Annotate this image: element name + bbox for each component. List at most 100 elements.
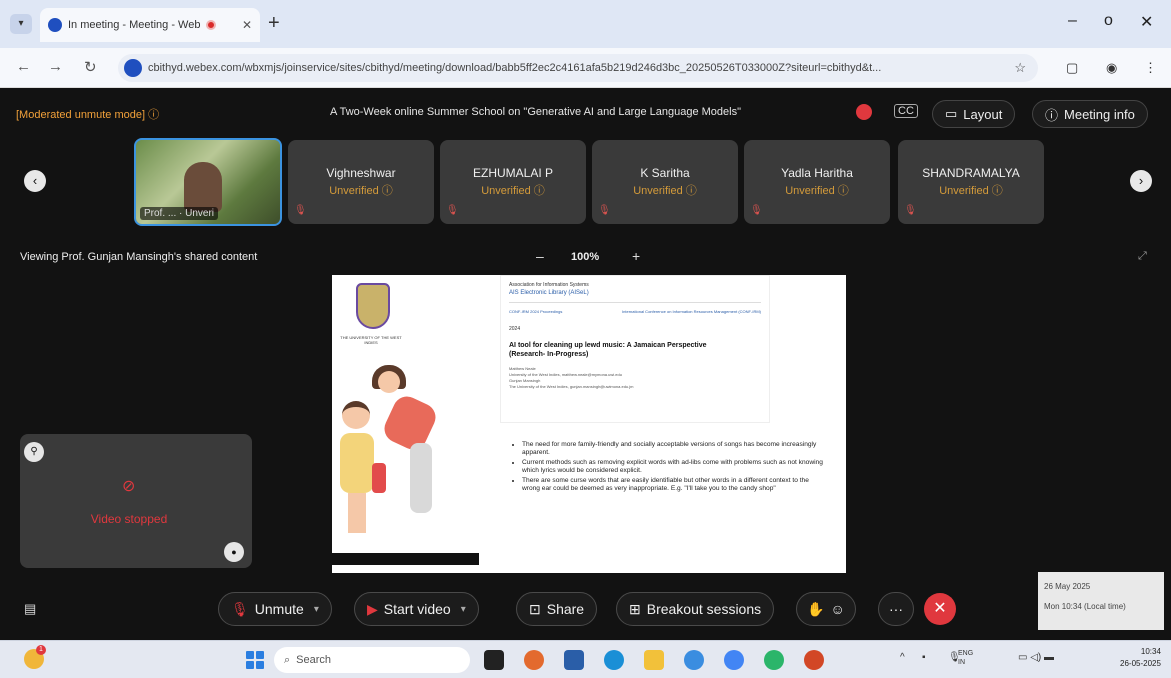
muted-mic-icon: 🎙 xyxy=(598,205,611,216)
muted-mic-icon: 🎙 xyxy=(294,205,307,216)
participant-status: Unverified ⓘ xyxy=(481,185,545,197)
strip-next-button[interactable]: › xyxy=(1130,170,1152,192)
window-close-button[interactable]: ✕ xyxy=(1140,12,1153,32)
closed-captions-button[interactable]: CC xyxy=(894,104,918,118)
chat-icon[interactable]: ▤ xyxy=(24,601,36,617)
tray-chevron-icon[interactable]: ^ xyxy=(900,652,905,663)
clock-date: 26-05-2025 xyxy=(1120,659,1161,668)
profile-icon[interactable]: ◉ xyxy=(1106,60,1117,76)
crest-icon xyxy=(356,283,390,329)
share-button[interactable]: ⊡ Share xyxy=(516,592,598,626)
start-video-label: Start video xyxy=(383,601,451,617)
moderated-mode-label[interactable]: [Moderated unmute mode] ⓘ xyxy=(16,106,159,122)
share-icon: ⊡ xyxy=(529,600,541,617)
zoom-out-button[interactable]: – xyxy=(536,248,544,264)
participant-tile[interactable]: Yadla Haritha Unverified ⓘ 🎙 xyxy=(744,140,890,224)
participant-status: Unverified ⓘ xyxy=(939,185,1003,197)
chrome-icon[interactable] xyxy=(724,650,744,670)
tray-app-icon[interactable]: ▪ xyxy=(922,652,926,663)
layout-icon: ▭ xyxy=(945,106,958,121)
self-tile-label: Prof. ... · Unveri xyxy=(140,207,219,220)
paper-subtitle: (Research- In-Progress) xyxy=(509,351,589,358)
video-off-icon: ▶ xyxy=(367,600,378,617)
task-view-icon[interactable] xyxy=(484,650,504,670)
bookmark-star-icon[interactable]: ☆ xyxy=(1014,60,1026,76)
participant-tile[interactable]: EZHUMALAI P Unverified ⓘ 🎙 xyxy=(440,140,586,224)
participant-tile[interactable]: Vighneshwar Unverified ⓘ 🎙 xyxy=(288,140,434,224)
unmute-button[interactable]: 🎙 Unmute ▾ xyxy=(218,592,332,626)
raise-hand-icon[interactable]: ✋ xyxy=(807,601,824,618)
participant-status: Unverified ⓘ xyxy=(329,185,393,197)
breakout-label: Breakout sessions xyxy=(646,601,762,617)
participant-tile-self[interactable]: Prof. ... · Unveri xyxy=(134,138,282,226)
maximize-button[interactable]: o xyxy=(1104,12,1113,30)
self-view-options-icon[interactable]: ● xyxy=(224,542,244,562)
start-menu-icon[interactable] xyxy=(246,651,264,669)
muted-mic-icon: 🎙 xyxy=(750,205,763,216)
leave-meeting-button[interactable]: ✕ xyxy=(924,593,956,625)
webex-favicon-icon xyxy=(48,18,62,32)
wifi-volume-battery-icon[interactable]: ▭ ◁) ▬ xyxy=(1018,652,1054,663)
paper-title: AI tool for cleaning up lewd music: A Ja… xyxy=(509,342,707,349)
recording-indicator-icon xyxy=(206,20,217,30)
tab-title: In meeting - Meeting - Web xyxy=(68,19,201,31)
forward-icon[interactable]: → xyxy=(48,58,63,75)
bullet-item: The need for more family-friendly and so… xyxy=(522,441,826,457)
reactions-icon[interactable]: ☺ xyxy=(830,601,844,617)
mother-child-illustration xyxy=(332,363,479,553)
info-icon: ⓘ xyxy=(1045,107,1059,123)
participant-tile[interactable]: SHANDRAMALYA Unverified ⓘ 🎙 xyxy=(898,140,1044,224)
association-name: Association for Information Systems xyxy=(509,282,589,288)
app-icon[interactable] xyxy=(564,650,584,670)
url-text: cbithyd.webex.com/wbxmjs/joinservice/sit… xyxy=(148,62,882,74)
camera-off-icon: ⊘ xyxy=(122,478,136,495)
start-video-button[interactable]: ▶ Start video ▾ xyxy=(354,592,479,626)
menu-icon[interactable]: ⋮ xyxy=(1144,60,1157,76)
edge-browser-icon[interactable] xyxy=(604,650,624,670)
url-field[interactable]: cbithyd.webex.com/wbxmjs/joinservice/sit… xyxy=(118,54,1038,82)
participant-name: EZHUMALAI P xyxy=(472,166,553,180)
app-icon[interactable] xyxy=(524,650,544,670)
slide-footer-bar xyxy=(332,553,479,565)
new-tab-button[interactable]: + xyxy=(268,12,280,35)
tab-list-button[interactable]: ▾ xyxy=(10,14,32,34)
mic-muted-icon: 🎙 xyxy=(231,600,249,617)
layout-button[interactable]: ▭ Layout xyxy=(932,100,1016,128)
strip-prev-button[interactable]: ‹ xyxy=(24,170,46,192)
meeting-info-button[interactable]: ⓘ Meeting info xyxy=(1032,100,1148,128)
file-explorer-icon[interactable] xyxy=(644,650,664,670)
site-info-icon[interactable] xyxy=(124,59,142,77)
paper-header: Association for Information Systems AIS … xyxy=(500,275,770,423)
overlay-date: 26 May 2025 xyxy=(1044,582,1091,591)
tab-close-button[interactable]: ✕ xyxy=(242,18,252,32)
powerpoint-icon[interactable] xyxy=(804,650,824,670)
taskbar-search[interactable]: ⌕ Search xyxy=(274,647,470,673)
language-indicator[interactable]: ENG IN xyxy=(958,649,978,667)
more-options-button[interactable]: ··· xyxy=(878,592,914,626)
taskbar-clock[interactable]: 10:34 26-05-2025 xyxy=(1120,646,1161,670)
screen: ▾ In meeting - Meeting - Web ✕ + – o ✕ ←… xyxy=(0,0,1171,678)
pin-icon[interactable]: ⚲ xyxy=(24,442,44,462)
app-icon[interactable] xyxy=(764,650,784,670)
chevron-down-icon[interactable]: ▾ xyxy=(461,604,466,615)
meeting-title: A Two-Week online Summer School on "Gene… xyxy=(330,106,741,118)
reactions-group[interactable]: ✋ ☺ xyxy=(796,592,856,626)
browser-tab-bar: ▾ In meeting - Meeting - Web ✕ + – o ✕ xyxy=(0,0,1171,48)
presenter-silhouette xyxy=(184,162,222,212)
app-icon[interactable] xyxy=(684,650,704,670)
breakout-sessions-button[interactable]: ⊞ Breakout sessions xyxy=(616,592,775,626)
reload-icon[interactable]: ↻ xyxy=(84,58,97,76)
muted-mic-icon: 🎙 xyxy=(904,205,917,216)
expand-icon[interactable]: ⤢ xyxy=(1138,250,1147,263)
browser-tab[interactable]: In meeting - Meeting - Web ✕ xyxy=(40,8,260,42)
zoom-in-button[interactable]: + xyxy=(632,248,640,264)
sidebar-icon[interactable]: ▢ xyxy=(1066,60,1078,76)
minimize-button[interactable]: – xyxy=(1068,12,1077,30)
search-placeholder: Search xyxy=(296,654,332,666)
participant-tile[interactable]: K Saritha Unverified ⓘ 🎙 xyxy=(592,140,738,224)
recording-icon xyxy=(856,104,872,120)
chevron-down-icon[interactable]: ▾ xyxy=(314,604,319,615)
back-icon[interactable]: ← xyxy=(16,58,31,75)
participant-status: Unverified ⓘ xyxy=(785,185,849,197)
address-bar-row: ← → ↻ cbithyd.webex.com/wbxmjs/joinservi… xyxy=(0,48,1171,88)
